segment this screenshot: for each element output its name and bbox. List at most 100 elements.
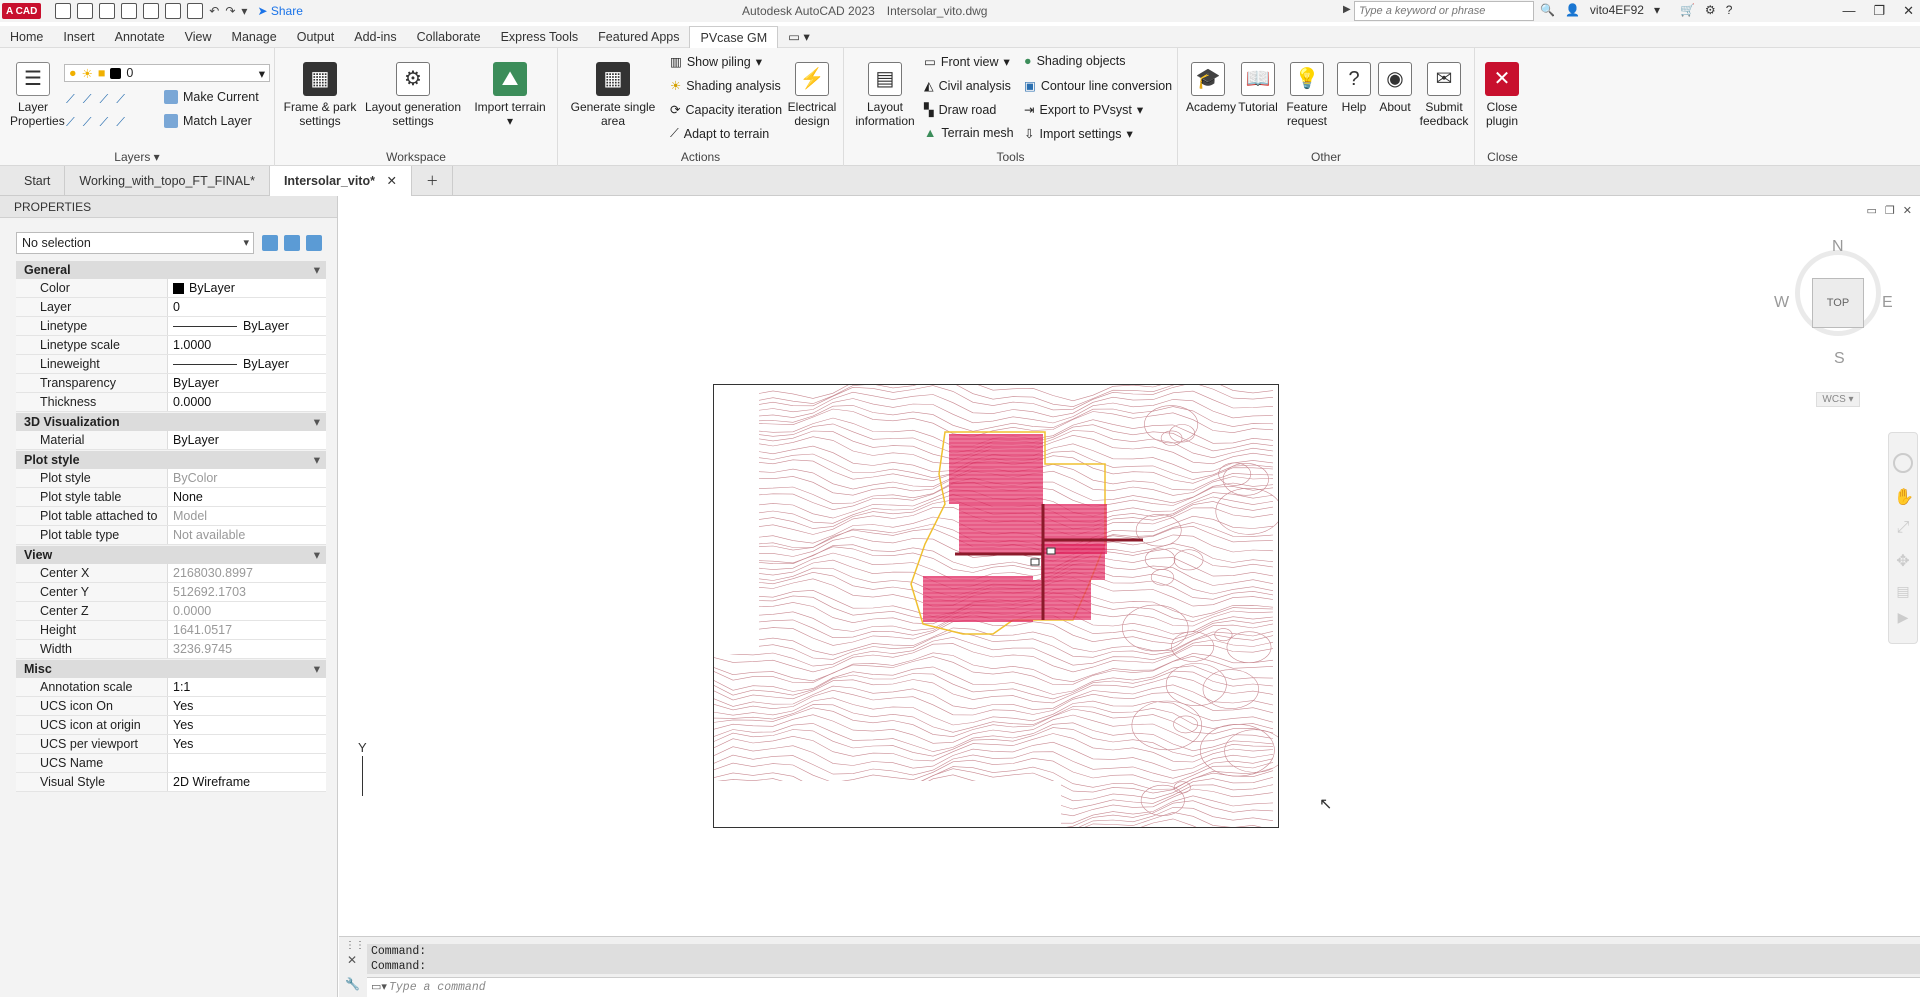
layer-properties-button[interactable]: ☰ Layer Properties — [10, 62, 65, 128]
site-drawing[interactable] — [713, 384, 1279, 828]
capacity-iteration-button[interactable]: ⟳ Capacity iteration — [670, 102, 782, 118]
workspace-switch-icon[interactable]: ▭ ▾ — [778, 26, 820, 48]
cart-icon[interactable]: 🛒 — [1680, 3, 1695, 17]
close-command-icon[interactable]: ✕ — [347, 953, 357, 967]
section-view[interactable]: View — [16, 546, 326, 564]
tab-featured-apps[interactable]: Featured Apps — [588, 26, 689, 48]
submit-feedback-button[interactable]: ✉ Submit feedback — [1418, 62, 1470, 128]
tab-add-ins[interactable]: Add-ins — [344, 26, 406, 48]
prop-row[interactable]: Layer 0 — [16, 298, 326, 317]
match-layer-button[interactable]: Match Layer — [164, 114, 252, 128]
chevron-right-icon[interactable]: ▶ — [1343, 4, 1351, 15]
customize-qa-icon[interactable]: ▾ — [241, 4, 247, 18]
shading-objects-button[interactable]: ● Shading objects — [1024, 54, 1126, 68]
customize-command-icon[interactable]: 🔧 — [345, 977, 360, 991]
viewport-restore-icon[interactable]: ❐ — [1885, 204, 1895, 217]
layer-tool-icon[interactable]: ⟋ — [116, 92, 125, 107]
user-name[interactable]: vito4EF92 — [1590, 3, 1644, 17]
layer-tool-icon[interactable]: ⟋ — [83, 92, 92, 107]
layer-tool-icon[interactable]: ⟋ — [66, 92, 75, 107]
front-view-button[interactable]: ▭ Front view ▾ — [924, 54, 1010, 70]
tab-start[interactable]: Start — [10, 165, 66, 196]
chevron-down-icon[interactable]: ▾ — [1654, 3, 1660, 17]
help-search-input[interactable]: Type a keyword or phrase — [1354, 1, 1534, 21]
prop-row[interactable]: Width 3236.9745 — [16, 640, 326, 659]
make-current-button[interactable]: Make Current — [164, 90, 259, 104]
prop-row[interactable]: Plot style table None — [16, 488, 326, 507]
contour-line-conversion-button[interactable]: ▣ Contour line conversion — [1024, 78, 1172, 94]
tab-collaborate[interactable]: Collaborate — [407, 26, 491, 48]
save-icon[interactable] — [99, 3, 116, 19]
section-general[interactable]: General — [16, 261, 326, 279]
toggle-pickadd-icon[interactable] — [262, 235, 278, 251]
zoom-extents-icon[interactable]: ⤢ — [1894, 519, 1912, 537]
import-settings-button[interactable]: ⇩ Import settings ▾ — [1024, 126, 1133, 142]
prop-row[interactable]: Transparency ByLayer — [16, 374, 326, 393]
prop-row[interactable]: Plot style ByColor — [16, 469, 326, 488]
close-icon[interactable]: ✕ — [1903, 3, 1914, 19]
electrical-design-button[interactable]: ⚡ Electrical design — [782, 62, 842, 128]
terrain-mesh-button[interactable]: ▲ Terrain mesh — [924, 126, 1014, 140]
new-tab-button[interactable]: ＋ — [412, 165, 454, 196]
help-button[interactable]: ? Help — [1334, 62, 1374, 114]
viewcube-top-face[interactable]: TOP — [1812, 278, 1864, 328]
prop-row[interactable]: Linetype ByLayer — [16, 317, 326, 336]
viewport-close-icon[interactable]: ✕ — [1903, 204, 1912, 217]
prop-row[interactable]: Center Z 0.0000 — [16, 602, 326, 621]
prop-row[interactable]: Center X 2168030.8997 — [16, 564, 326, 583]
academy-button[interactable]: 🎓 Academy — [1186, 62, 1236, 114]
prop-row[interactable]: Linetype scale 1.0000 — [16, 336, 326, 355]
selection-dropdown[interactable]: No selection — [16, 232, 254, 254]
layer-tool-icon[interactable]: ⟋ — [116, 115, 125, 130]
play-icon[interactable]: ▶ — [1894, 609, 1912, 627]
command-recent-icon[interactable]: ▭▾ — [371, 980, 387, 993]
open-from-web-icon[interactable] — [143, 3, 160, 19]
adapt-to-terrain-button[interactable]: ⟋ Adapt to terrain — [670, 126, 769, 141]
import-terrain-button[interactable]: ⛰ Import terrain ▾ — [467, 62, 553, 128]
close-plugin-button[interactable]: ✕ Close plugin — [1479, 62, 1525, 128]
tab-express-tools[interactable]: Express Tools — [491, 26, 589, 48]
prop-row[interactable]: Color ByLayer — [16, 279, 326, 298]
section-misc[interactable]: Misc — [16, 660, 326, 678]
layout-generation-settings-button[interactable]: ⚙ Layout generation settings — [359, 62, 467, 128]
prop-row[interactable]: UCS Name — [16, 754, 326, 773]
prop-row[interactable]: Lineweight ByLayer — [16, 355, 326, 374]
feature-request-button[interactable]: 💡 Feature request — [1284, 62, 1330, 128]
about-button[interactable]: ◉ About — [1374, 62, 1416, 114]
frame-park-settings-button[interactable]: ▦ Frame & park settings — [281, 62, 359, 128]
minimize-icon[interactable]: — — [1842, 3, 1855, 19]
undo-icon[interactable]: ↶ — [209, 4, 219, 18]
compass-south[interactable]: S — [1834, 350, 1845, 368]
civil-analysis-button[interactable]: ◭ Civil analysis — [924, 78, 1011, 94]
tab-output[interactable]: Output — [287, 26, 345, 48]
command-input[interactable]: Type a command — [367, 977, 1920, 997]
compass-east[interactable]: E — [1882, 294, 1893, 312]
wcs-menu[interactable]: WCS ▾ — [1816, 392, 1860, 407]
pan-icon[interactable]: ✋ — [1894, 487, 1914, 506]
tab-insert[interactable]: Insert — [53, 26, 104, 48]
save-as-icon[interactable] — [121, 3, 138, 19]
tab-view[interactable]: View — [175, 26, 222, 48]
app-logo[interactable]: A CAD — [2, 3, 42, 19]
showmotion-icon[interactable]: ▤ — [1894, 583, 1912, 601]
shading-analysis-button[interactable]: ☀ Shading analysis — [670, 78, 781, 94]
show-piling-button[interactable]: ▥ Show piling ▾ — [670, 54, 762, 70]
prop-row[interactable]: Visual Style 2D Wireframe — [16, 773, 326, 792]
plot-icon[interactable] — [187, 3, 204, 19]
tab-home[interactable]: Home — [0, 26, 53, 48]
export-pvsyst-button[interactable]: ⇥ Export to PVsyst ▾ — [1024, 102, 1143, 118]
prop-row[interactable]: UCS per viewport Yes — [16, 735, 326, 754]
command-grip-icon[interactable]: ⋮⋮ — [345, 940, 365, 951]
tab-manage[interactable]: Manage — [222, 26, 287, 48]
prop-row[interactable]: UCS icon at origin Yes — [16, 716, 326, 735]
section-plot-style[interactable]: Plot style — [16, 451, 326, 469]
layer-tool-icon[interactable]: ⟋ — [100, 115, 109, 130]
tab-pvcase-gm[interactable]: PVcase GM — [689, 25, 779, 48]
prop-row[interactable]: Plot table type Not available — [16, 526, 326, 545]
tab-annotate[interactable]: Annotate — [105, 26, 175, 48]
layer-tool-icon[interactable]: ⟋ — [66, 115, 75, 130]
prop-row[interactable]: Annotation scale 1:1 — [16, 678, 326, 697]
layers-panel-title[interactable]: Layers ▾ — [0, 150, 274, 164]
steering-wheel-icon[interactable] — [1893, 453, 1913, 473]
viewport-minimize-icon[interactable]: ▭ — [1867, 204, 1877, 217]
